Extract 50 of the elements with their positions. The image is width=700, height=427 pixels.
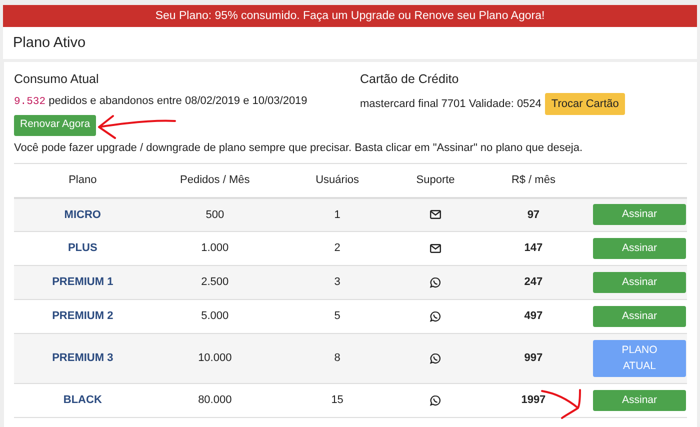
section-heading: Consumo Atual	[14, 71, 100, 88]
table-cell: 2	[334, 242, 340, 254]
column-header: Suporte	[416, 174, 455, 186]
price-cell: 497	[524, 310, 543, 322]
table-cell: 2.500	[201, 276, 229, 288]
price-cell: 997	[524, 352, 543, 364]
current-plan-button[interactable]: PLANO ATUAL	[593, 340, 686, 377]
renew-button[interactable]: Renovar Agora	[14, 114, 96, 136]
price-cell: 247	[524, 276, 543, 288]
whatsapp-icon	[430, 394, 442, 406]
column-header: Plano	[68, 174, 97, 186]
info-text: Você pode fazer upgrade / downgrade de plano sempre que precisar. Basta clicar em "Assinar" no plano que deseja.	[14, 140, 584, 156]
table-cell: 5.000	[201, 310, 229, 322]
table-cell: 5	[334, 310, 340, 322]
subscribe-button[interactable]: Assinar	[593, 306, 686, 327]
table-cell: 500	[206, 208, 224, 220]
price-cell: 1997	[521, 394, 546, 406]
table-cell: 1	[334, 208, 340, 220]
column-header: Usuários	[316, 174, 360, 186]
table-cell: 1.000	[201, 242, 229, 254]
subscribe-button[interactable]: Assinar	[593, 204, 686, 226]
panel-title: Plano Ativo	[13, 35, 86, 51]
alert-banner: Seu Plano: 95% consumido. Faça um Upgrade ou Renove seu Plano Agora!	[3, 5, 697, 27]
subscribe-button[interactable]: Assinar	[593, 390, 686, 411]
table-cell: 15	[331, 394, 344, 406]
section-heading: Cartão de Crédito	[360, 71, 460, 88]
change-card-button[interactable]: Trocar Cartão	[545, 92, 625, 115]
price-cell: 147	[524, 242, 543, 254]
table-cell: 80.000	[198, 394, 232, 406]
envelope-icon	[430, 210, 442, 220]
whatsapp-icon	[430, 310, 442, 322]
whatsapp-icon	[430, 352, 442, 364]
plan-name: PREMIUM 2	[52, 310, 114, 322]
plan-name: PREMIUM 3	[52, 352, 114, 364]
table-cell: 10.000	[198, 352, 232, 364]
column-header: R$ / mês	[511, 174, 556, 186]
consumption-text: 9.532 pedidos e abandonos entre 08/02/2019 e 10/03/2019	[14, 94, 308, 110]
plan-name: MICRO	[64, 208, 101, 220]
plan-name: PLUS	[68, 242, 98, 254]
plan-name: BLACK	[63, 394, 102, 406]
envelope-icon	[430, 244, 442, 253]
price-cell: 97	[527, 208, 540, 220]
table-cell: 8	[334, 352, 340, 364]
table-cell: 3	[334, 276, 340, 288]
plan-name: PREMIUM 1	[52, 276, 114, 288]
subscribe-button[interactable]: Assinar	[593, 238, 686, 259]
whatsapp-icon	[430, 276, 442, 288]
card-info: mastercard final 7701 Validade: 0524	[360, 96, 542, 112]
column-header: Pedidos / Mês	[180, 174, 250, 186]
subscribe-button[interactable]: Assinar	[593, 272, 686, 293]
